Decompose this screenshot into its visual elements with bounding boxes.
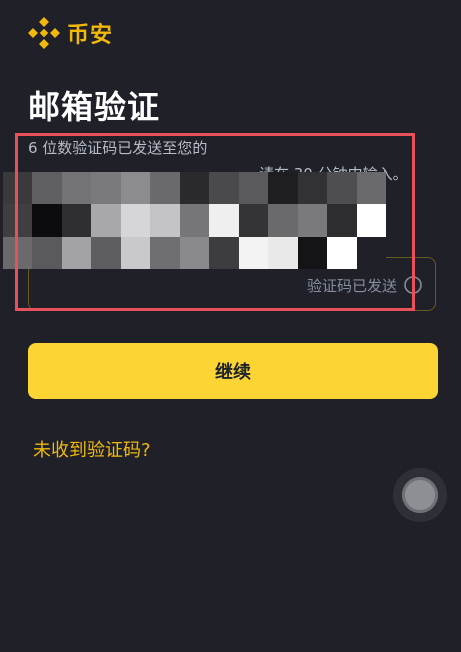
brand-name: 币安 — [67, 23, 114, 48]
binance-logo-icon — [28, 17, 60, 49]
assistive-touch-icon — [402, 477, 438, 513]
resend-code-link[interactable]: 未收到验证码? — [33, 436, 151, 462]
brand: 币安 — [27, 16, 113, 50]
continue-button[interactable]: 继续 — [28, 343, 438, 399]
annotation-box — [15, 133, 415, 311]
assistive-touch-button[interactable] — [393, 468, 447, 522]
page-title: 邮箱验证 — [28, 88, 161, 126]
